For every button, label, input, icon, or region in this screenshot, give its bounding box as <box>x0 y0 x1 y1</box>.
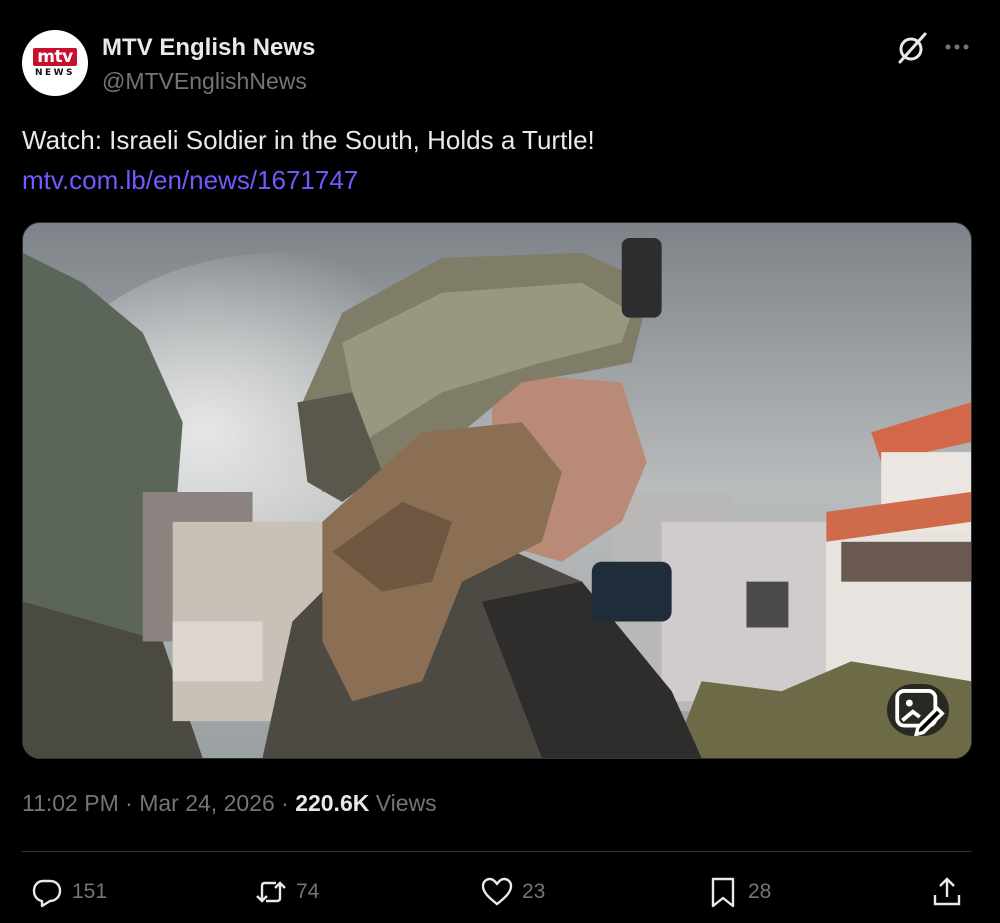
views-label: Views <box>375 790 437 816</box>
meta-separator: · <box>281 790 289 816</box>
author-handle[interactable]: @MTVEnglishNews <box>102 68 307 95</box>
bookmark-icon <box>711 877 735 908</box>
share-button[interactable] <box>930 872 964 912</box>
gif-button[interactable] <box>887 684 949 736</box>
action-bar: 151 74 23 28 <box>22 872 972 912</box>
repost-button[interactable]: 74 <box>254 872 319 912</box>
video-frame <box>23 223 971 758</box>
like-button[interactable]: 23 <box>480 872 545 912</box>
tweet-text: Watch: Israeli Soldier in the South, Hol… <box>22 125 595 155</box>
tweet-meta: 11:02 PM · Mar 24, 2026 · 220.6K Views <box>22 790 437 817</box>
avatar[interactable]: mtv NEWS <box>22 30 88 96</box>
logo-news-text: NEWS <box>34 68 76 78</box>
views-count[interactable]: 220.6K <box>295 790 369 816</box>
bookmark-count: 28 <box>748 880 772 903</box>
tweet-header: mtv NEWS MTV English News @MTVEnglishNew… <box>22 30 982 100</box>
gif-icon <box>895 689 945 736</box>
author-name[interactable]: MTV English News <box>102 34 315 62</box>
tweet-time[interactable]: 11:02 PM <box>22 790 119 816</box>
reply-button[interactable]: 151 <box>30 872 107 912</box>
divider <box>22 851 972 852</box>
reply-count: 151 <box>72 880 108 903</box>
reply-icon <box>32 879 62 908</box>
tweet-date[interactable]: Mar 24, 2026 <box>139 790 275 816</box>
repost-count: 74 <box>296 880 320 903</box>
like-count: 23 <box>522 880 546 903</box>
more-icon[interactable] <box>942 30 972 66</box>
logo-mtv-text: mtv <box>33 48 77 66</box>
bookmark-button[interactable]: 28 <box>706 872 771 912</box>
tweet-video[interactable] <box>22 222 972 759</box>
share-icon <box>933 877 961 906</box>
meta-separator: · <box>125 790 133 816</box>
grok-icon[interactable] <box>894 30 930 66</box>
repost-icon <box>256 881 286 903</box>
tweet-link[interactable]: mtv.com.lb/en/news/1671747 <box>22 165 358 196</box>
heart-icon <box>481 877 513 906</box>
